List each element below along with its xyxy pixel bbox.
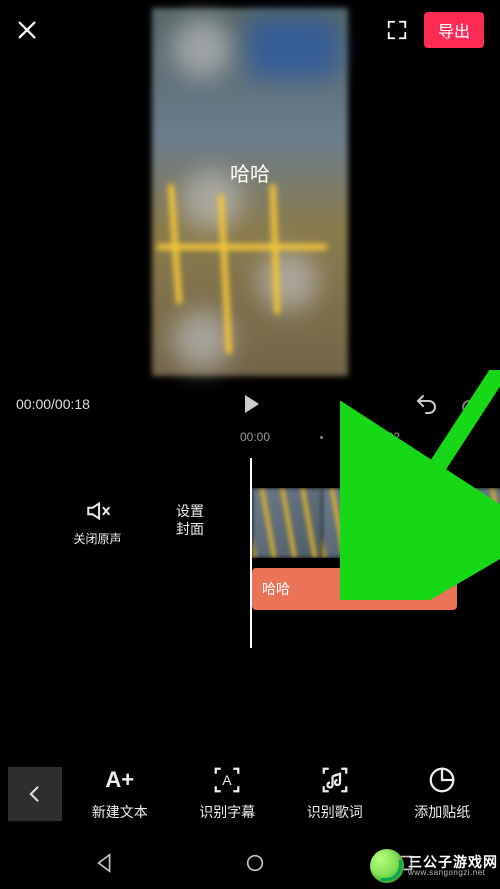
watermark-line2: www.sangongzi.net [408,869,498,877]
caption-scan-icon: A [212,766,242,794]
timeline[interactable]: 关闭原声 设置 封面 + 哈哈 [0,458,500,658]
watermark-logo-icon [370,849,404,883]
detect-lyrics-tool[interactable]: 识别歌词 [307,766,363,822]
detect-caption-label: 识别字幕 [199,802,255,822]
watermark-line1: 三公子游戏网 [408,855,498,869]
system-home-icon[interactable] [244,852,266,879]
new-text-label: 新建文本 [92,802,148,822]
back-button[interactable] [8,767,62,821]
redo-icon[interactable] [460,392,484,416]
cover-label-line1: 设置 [150,502,230,520]
mute-label: 关闭原声 [60,530,135,547]
clip-thumbnail[interactable] [322,488,392,558]
playhead[interactable] [250,458,252,648]
ruler-time-2: 00:02 [370,430,400,444]
lyrics-scan-icon [320,766,350,794]
text-clip-label: 哈哈 [262,579,290,599]
detect-lyrics-label: 识别歌词 [307,802,363,822]
text-clip[interactable]: 哈哈 [252,568,457,610]
add-sticker-label: 添加贴纸 [414,802,470,822]
add-sticker-tool[interactable]: 添加贴纸 [414,766,470,822]
time-indicator: 00:00/00:18 [16,396,90,412]
playback-row: 00:00/00:18 [0,384,500,424]
play-icon[interactable] [245,395,259,413]
add-clip-button[interactable]: + [450,500,494,544]
ruler-tick [320,436,323,439]
new-text-tool[interactable]: A+ 新建文本 [92,766,148,822]
speaker-mute-icon [85,498,111,524]
video-preview[interactable] [0,8,500,378]
time-ruler[interactable]: 00:00 00:02 [0,430,500,454]
mute-original-audio[interactable]: 关闭原声 [60,498,135,547]
clip-thumbnail[interactable] [252,488,322,558]
new-text-icon: A+ [105,766,135,794]
set-cover-button[interactable]: 设置 封面 [150,502,230,538]
watermark: 三公子游戏网 www.sangongzi.net [370,849,498,883]
sticker-icon [427,766,457,794]
cover-label-line2: 封面 [150,520,230,538]
bottom-toolbar: A+ 新建文本 A 识别字幕 识别歌词 添加贴纸 [0,747,500,841]
undo-icon[interactable] [414,392,438,416]
detect-caption-tool[interactable]: A 识别字幕 [199,766,255,822]
svg-text:A: A [223,773,233,788]
ruler-tick [455,436,458,439]
ruler-time-0: 00:00 [240,430,270,444]
system-back-icon[interactable] [94,852,116,879]
